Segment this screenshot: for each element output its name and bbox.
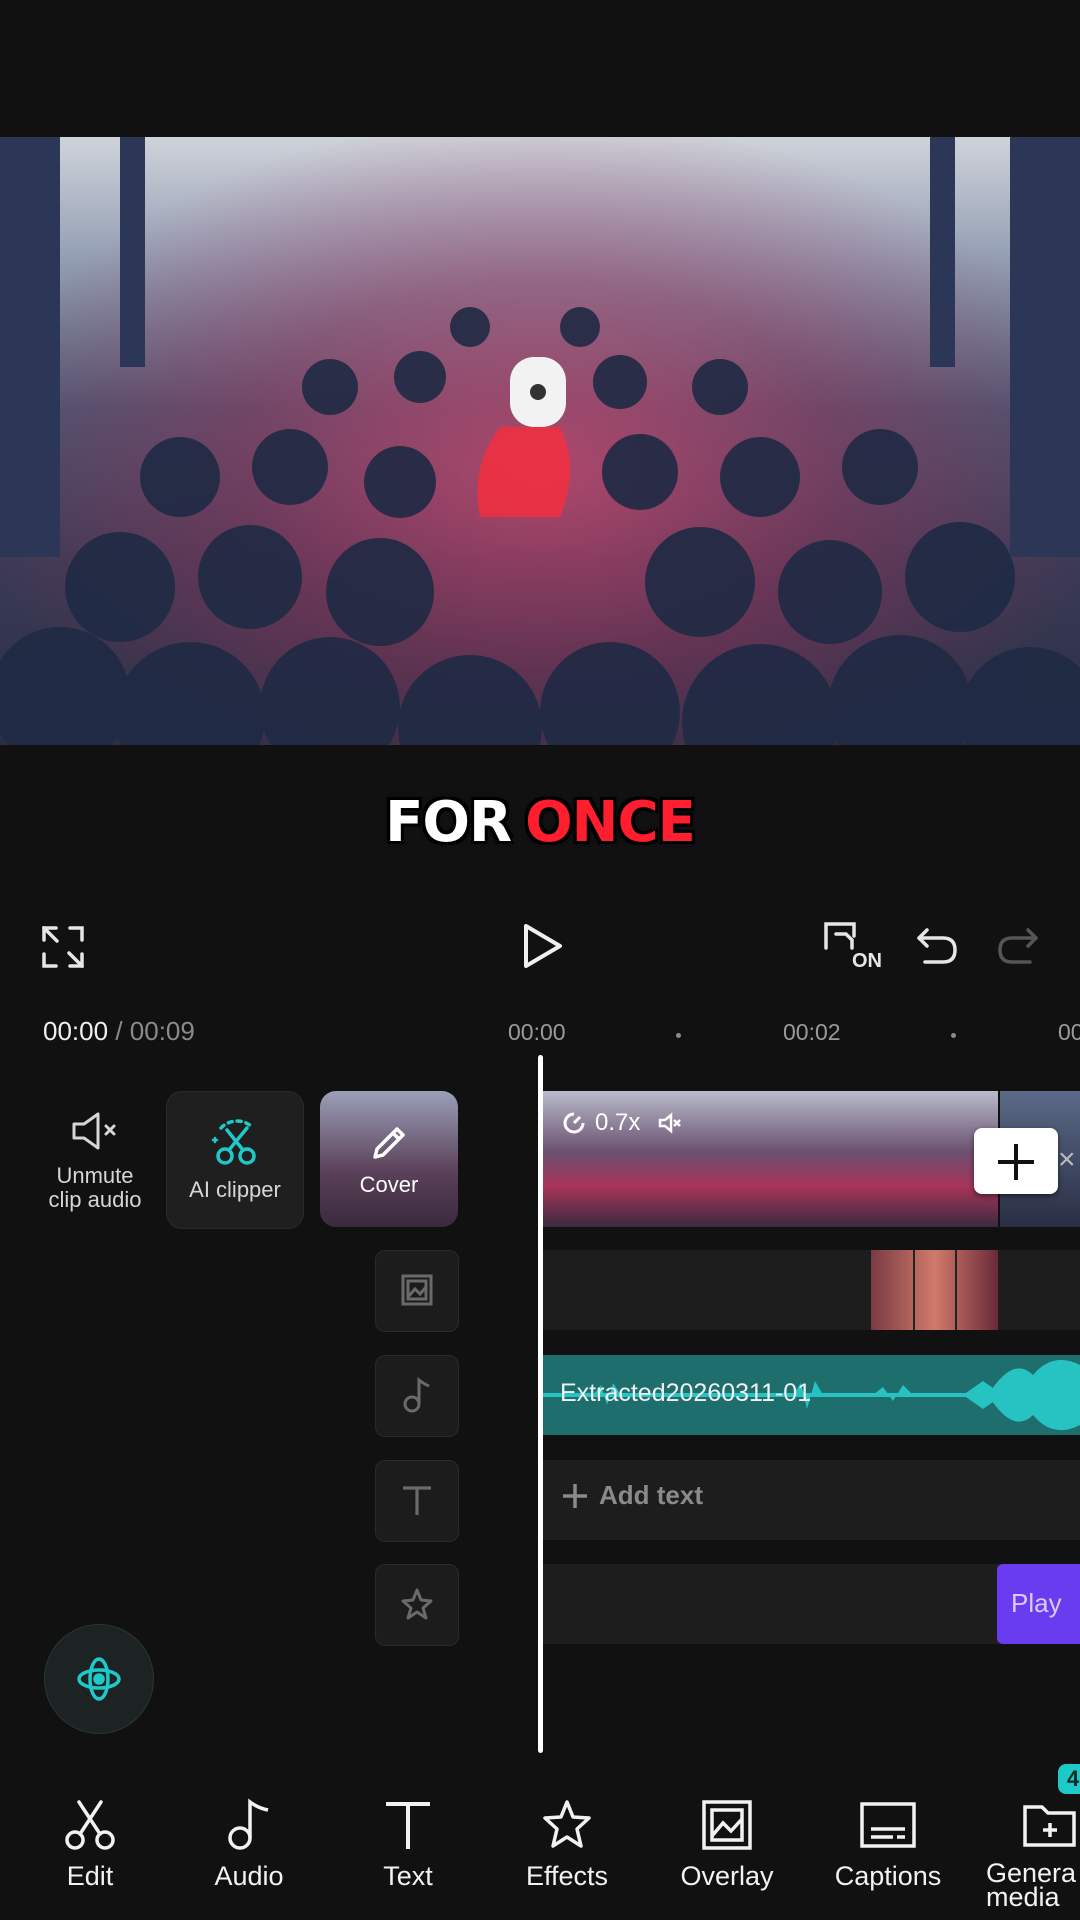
preview-crowd-illustration [0,137,1080,745]
generate-media-icon [980,1795,1080,1855]
plus-icon [998,1144,1034,1180]
ruler-label-0: 00:00 [508,1019,566,1045]
text-track-button[interactable] [375,1460,459,1542]
nav-edit[interactable]: Edit [25,1795,155,1892]
add-transition-button[interactable] [974,1128,1058,1194]
nav-audio-label: Audio [214,1861,284,1891]
nav-overlay[interactable]: Overlay [662,1795,792,1892]
clip-muted-icon [659,1112,682,1134]
new-badge: 4 [1058,1764,1080,1794]
video-caption-overlay: FOR ONCE [0,790,1080,855]
ruler-label-4: 00:0 [1058,1019,1080,1045]
overlay-track-button[interactable] [375,1250,459,1332]
playhead[interactable] [538,1055,543,1753]
speed-icon [563,1112,585,1134]
music-note-icon [403,1376,430,1413]
caption-word-2: ONCE [525,790,696,855]
nav-edit-label: Edit [66,1861,114,1891]
ai-clipper-button[interactable]: AI clipper [166,1091,304,1229]
clip-speed-badge: 0.7x [561,1109,682,1137]
time-separator: / [115,1016,123,1046]
nav-generate-label: Genera media [986,1858,1077,1910]
undo-icon[interactable] [915,924,959,968]
ruler-dot [676,1033,681,1038]
ai-assistant-button[interactable] [44,1624,154,1734]
total-time: 00:09 [129,1016,195,1046]
caption-word-1: FOR [385,790,512,855]
redo-icon[interactable] [996,924,1040,968]
cover-button[interactable]: Cover [320,1091,458,1227]
overlay-clip[interactable] [871,1250,998,1330]
captions-icon [823,1795,953,1855]
pencil-icon [320,1123,458,1163]
overlay-track [543,1250,1080,1330]
nav-captions[interactable]: Captions [823,1795,953,1892]
audio-track-clip[interactable]: Extracted20260311-01 [543,1355,1080,1435]
effect-clip-label: Play [1011,1588,1062,1618]
ruler-label-2: 00:02 [783,1019,841,1045]
nav-generate-media[interactable]: Genera media [980,1795,1080,1909]
fullscreen-icon[interactable] [40,924,86,970]
ai-clipper-icon [167,1118,303,1168]
text-icon [403,1486,431,1515]
play-button[interactable] [520,922,566,970]
cover-label: Cover [359,1172,419,1197]
hd-toggle-button[interactable]: ON [822,918,888,974]
nav-text-label: Text [383,1861,433,1891]
ai-orbit-icon [77,1657,121,1701]
text-track[interactable]: Add text [543,1460,1080,1540]
overlay-image-icon [401,1274,433,1306]
overlay-image-icon [662,1795,792,1855]
effects-star-icon [502,1795,632,1855]
close-icon[interactable]: × [1058,1145,1080,1175]
audio-track-button[interactable] [375,1355,459,1437]
hd-on-badge: ON [852,950,882,972]
clip-speed-value: 0.7x [595,1109,641,1136]
nav-audio[interactable]: Audio [184,1795,314,1892]
music-note-icon [184,1795,314,1855]
frame-divider [913,1250,915,1330]
frame-divider [955,1250,957,1330]
effects-track-button[interactable] [375,1564,459,1646]
nav-effects[interactable]: Effects [502,1795,632,1892]
nav-captions-label: Captions [834,1861,942,1891]
video-preview[interactable] [0,137,1080,745]
scissors-icon [25,1795,155,1855]
unmute-label: Unmute clip audio [48,1163,142,1212]
nav-effects-label: Effects [525,1861,609,1891]
speaker-mute-icon [30,1110,160,1152]
add-text-label: Add text [599,1480,703,1510]
nav-text[interactable]: Text [343,1795,473,1892]
text-icon [343,1795,473,1855]
plus-icon [563,1483,587,1508]
current-time: 00:00 [43,1016,109,1046]
unmute-clip-audio-button[interactable]: Unmute clip audio [30,1092,160,1222]
nav-overlay-label: Overlay [680,1861,774,1891]
playback-timecode: 00:00 / 00:09 [43,1016,195,1047]
audio-track-name: Extracted20260311-01 [560,1379,812,1407]
ruler-dot [951,1033,956,1038]
ai-clipper-label: AI clipper [189,1177,281,1202]
effects-star-icon [401,1588,433,1620]
effect-clip[interactable]: Play [997,1564,1080,1644]
